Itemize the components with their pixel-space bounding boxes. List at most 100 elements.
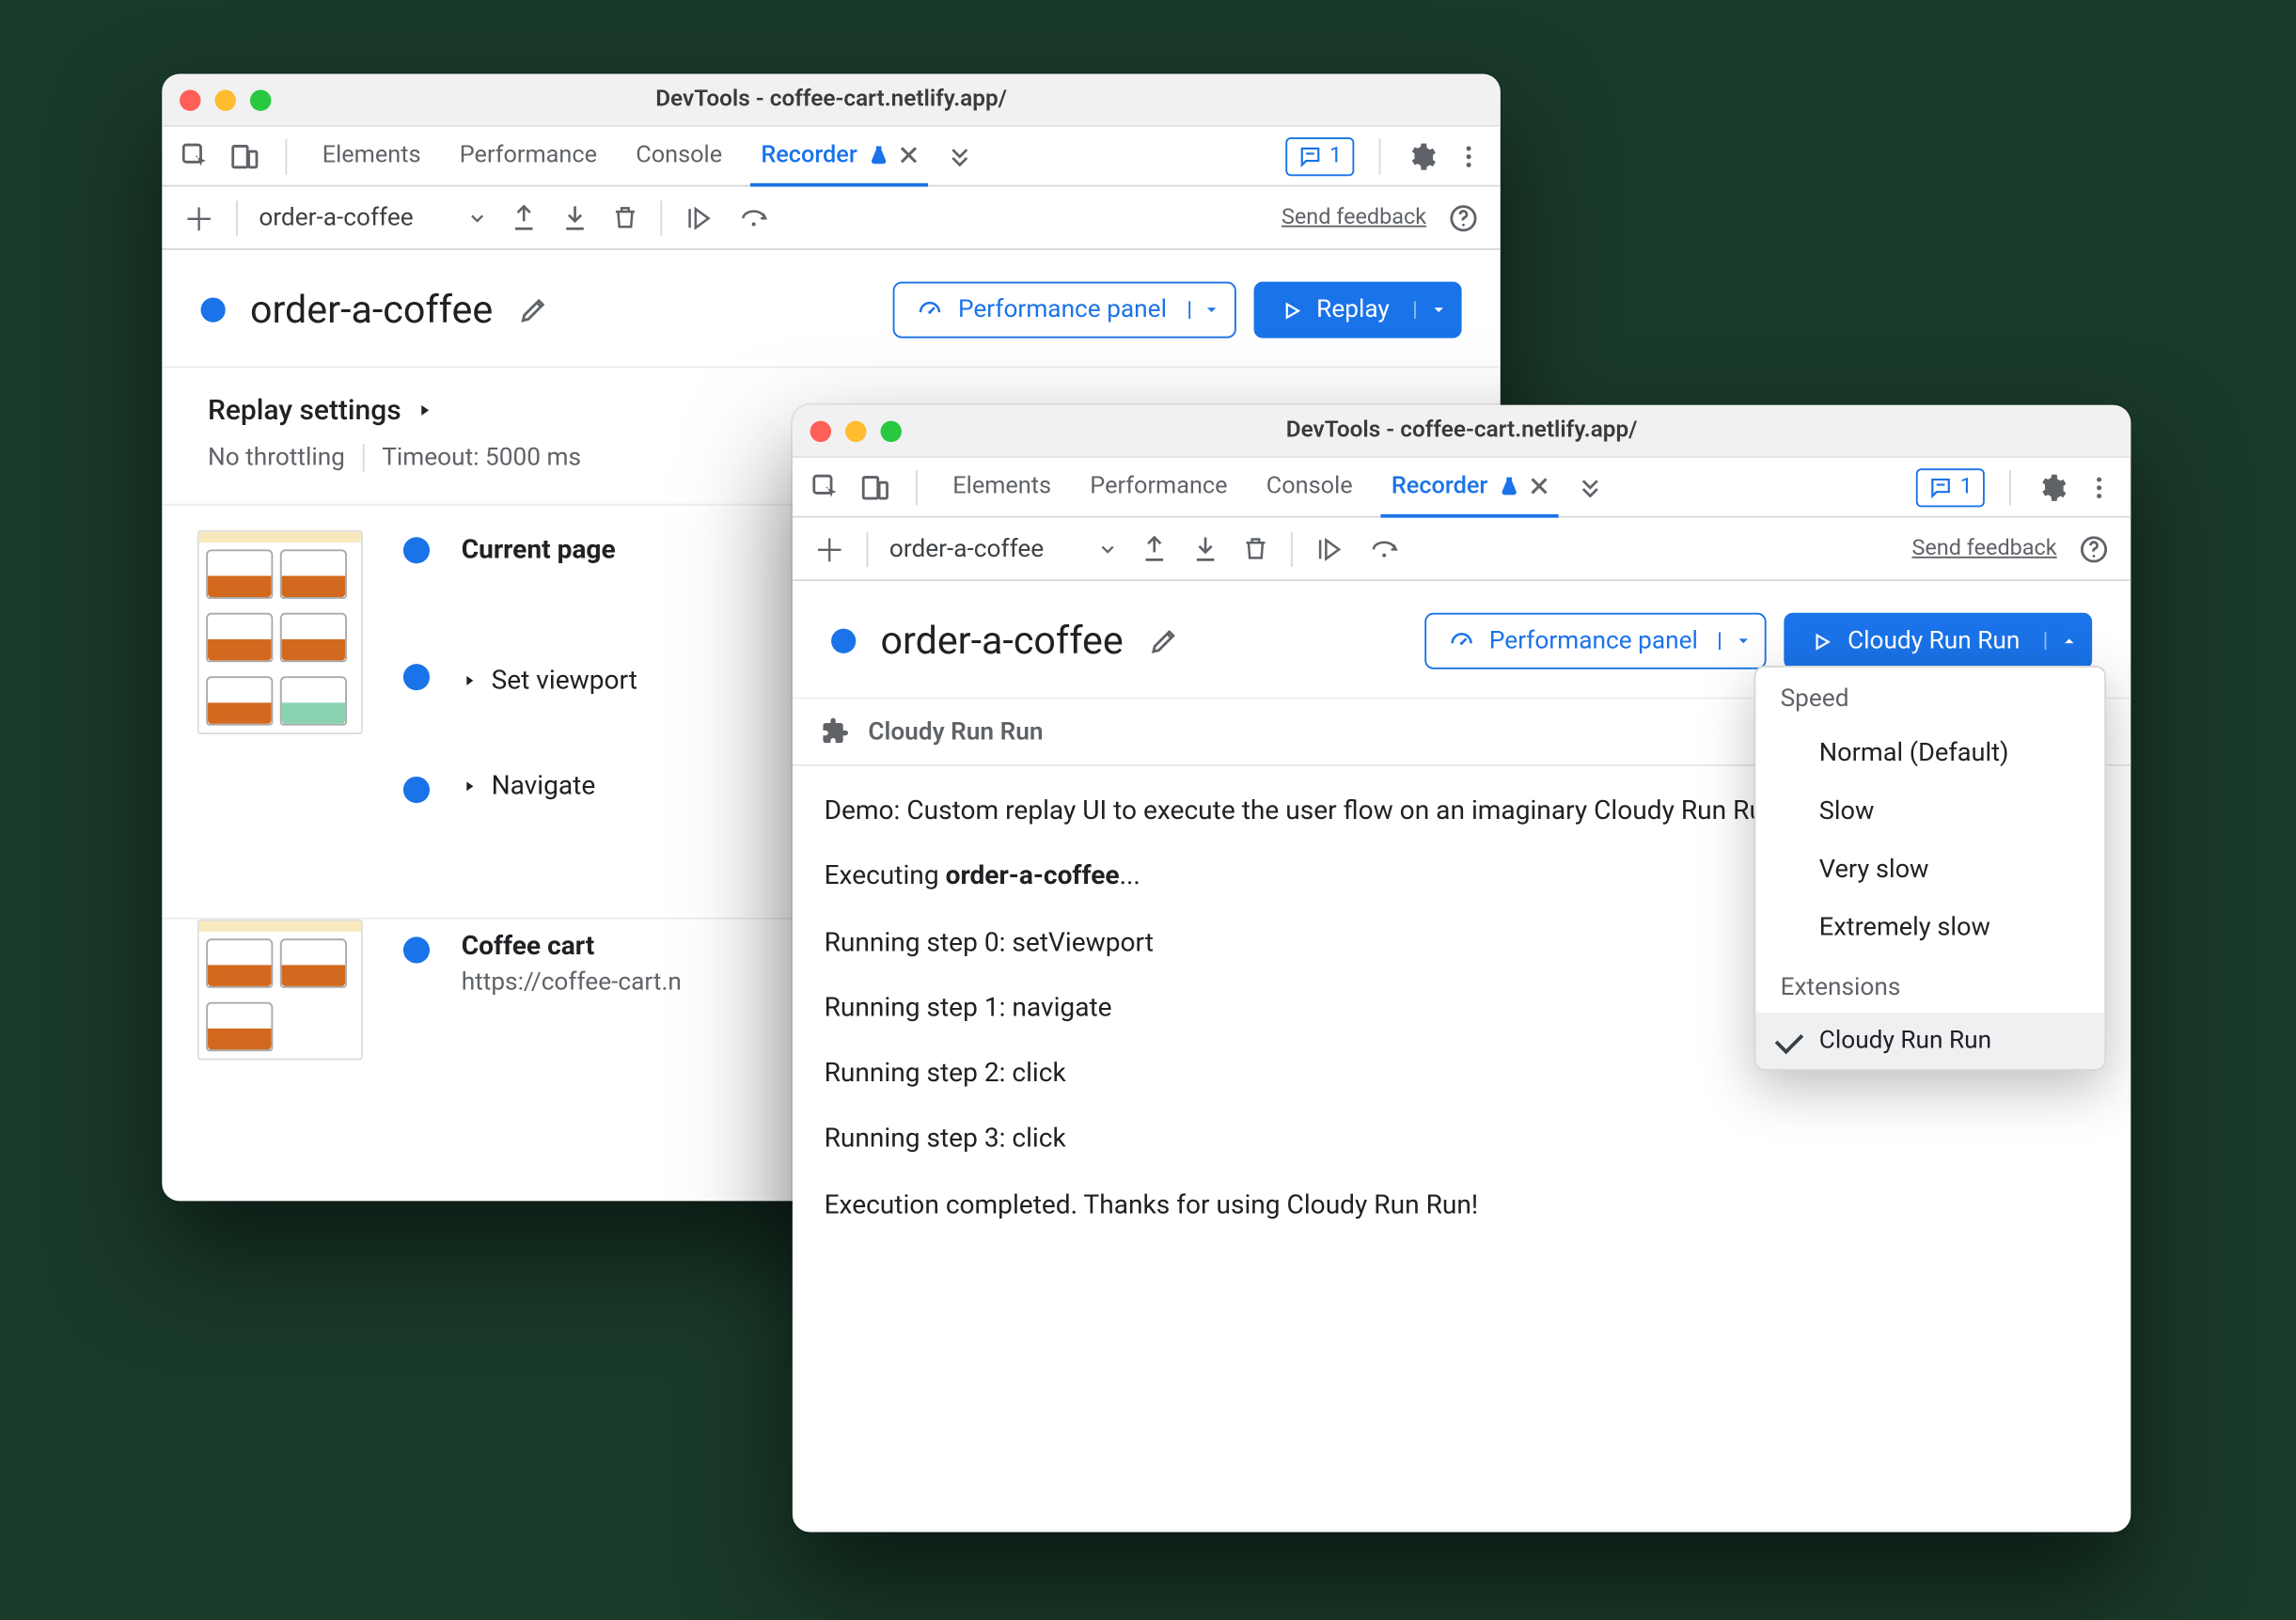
recording-name: order-a-coffee [881, 619, 1124, 663]
inspect-icon[interactable] [810, 471, 842, 503]
issues-button[interactable]: 1 [1916, 467, 1985, 506]
help-icon[interactable] [1448, 201, 1480, 233]
more-menu-icon[interactable] [1455, 142, 1483, 170]
chevron-down-icon [466, 207, 487, 228]
tab-recorder[interactable]: Recorder [1381, 457, 1559, 517]
timeline-step-label: Set viewport [492, 664, 637, 696]
replay-extension-button[interactable]: Cloudy Run Run [1785, 613, 2092, 669]
window-title: DevTools - coffee-cart.netlify.app/ [793, 417, 2131, 444]
replay-dropdown[interactable] [1414, 301, 1460, 319]
close-tab-icon[interactable] [1530, 477, 1548, 495]
tab-console-label: Console [636, 140, 722, 168]
flask-icon [868, 142, 889, 166]
import-icon[interactable] [1190, 534, 1220, 564]
zoom-window-button[interactable] [250, 89, 271, 110]
delete-icon[interactable] [610, 202, 638, 232]
tab-elements[interactable]: Elements [942, 457, 1062, 517]
recording-status-dot [831, 629, 856, 653]
performance-panel-dropdown[interactable] [1187, 301, 1234, 319]
comment-icon [1928, 475, 1953, 499]
dropdown-item-very-slow[interactable]: Very slow [1755, 840, 2104, 898]
new-recording-button[interactable]: ＋ [183, 195, 215, 241]
help-icon[interactable] [2078, 533, 2110, 565]
device-toggle-icon[interactable] [859, 471, 891, 503]
dropdown-item-cloudy-run-run[interactable]: Cloudy Run Run [1755, 1013, 2104, 1069]
performance-panel-dropdown[interactable] [1719, 632, 1765, 650]
comment-icon [1297, 144, 1322, 168]
minimize-window-button[interactable] [845, 420, 866, 441]
recording-select[interactable]: order-a-coffee [889, 534, 1118, 562]
devtools-tabbar: Elements Performance Console Recorder 1 [162, 127, 1500, 187]
step-over-icon[interactable] [735, 203, 770, 231]
more-tabs-icon[interactable] [945, 142, 973, 170]
step-play-icon[interactable] [1313, 534, 1345, 562]
play-icon [1811, 630, 1833, 653]
recording-select[interactable]: order-a-coffee [259, 203, 487, 231]
chevron-down-icon [1096, 538, 1117, 558]
replay-settings-title: Replay settings [208, 393, 401, 427]
dropdown-item-extremely-slow[interactable]: Extremely slow [1755, 898, 2104, 956]
dropdown-item-slow[interactable]: Slow [1755, 782, 2104, 841]
mac-titlebar: DevTools - coffee-cart.netlify.app/ [162, 74, 1500, 127]
recording-status-dot [201, 298, 226, 322]
tab-recorder-label: Recorder [761, 140, 857, 168]
close-window-button[interactable] [180, 89, 200, 110]
recording-name: order-a-coffee [250, 288, 493, 332]
replay-extension-label: Cloudy Run Run [1848, 627, 2020, 655]
devtools-window-front: DevTools - coffee-cart.netlify.app/ Elem… [793, 405, 2131, 1533]
minimize-window-button[interactable] [215, 89, 236, 110]
tab-console[interactable]: Console [1256, 457, 1363, 517]
tab-console[interactable]: Console [625, 126, 732, 186]
tab-performance-label: Performance [460, 140, 597, 168]
issues-button[interactable]: 1 [1285, 136, 1354, 175]
recorder-toolbar: ＋ order-a-coffee Send feedback [793, 518, 2131, 581]
tab-elements-label: Elements [322, 140, 421, 168]
performance-panel-label: Performance panel [958, 296, 1167, 324]
play-icon [1280, 298, 1302, 321]
gauge-icon [916, 296, 944, 324]
performance-panel-button[interactable]: Performance panel [893, 282, 1235, 338]
tab-recorder[interactable]: Recorder [750, 126, 928, 186]
tab-performance[interactable]: Performance [449, 126, 608, 186]
tab-performance[interactable]: Performance [1079, 457, 1238, 517]
mac-titlebar: DevTools - coffee-cart.netlify.app/ [793, 405, 2131, 458]
gauge-icon [1447, 627, 1475, 655]
more-menu-icon[interactable] [2085, 473, 2114, 501]
replay-button[interactable]: Replay [1253, 282, 1462, 338]
step-play-icon[interactable] [683, 203, 715, 231]
window-title: DevTools - coffee-cart.netlify.app/ [162, 87, 1500, 113]
close-window-button[interactable] [810, 420, 831, 441]
send-feedback-link[interactable]: Send feedback [1911, 535, 2056, 561]
settings-icon[interactable] [1406, 140, 1438, 172]
dropdown-item-normal[interactable]: Normal (Default) [1755, 724, 2104, 782]
replay-dropdown-open[interactable] [2045, 632, 2091, 650]
performance-panel-button[interactable]: Performance panel [1424, 613, 1767, 669]
edit-name-icon[interactable] [517, 294, 549, 326]
edit-name-icon[interactable] [1148, 625, 1180, 657]
devtools-tabbar: Elements Performance Console Recorder 1 [793, 458, 2131, 518]
timeline-thumbnail [197, 530, 363, 734]
traffic-lights [810, 420, 902, 441]
inspect-icon[interactable] [180, 140, 212, 172]
zoom-window-button[interactable] [881, 420, 902, 441]
delete-icon[interactable] [1241, 534, 1269, 564]
export-icon[interactable] [509, 202, 539, 232]
tab-elements[interactable]: Elements [312, 126, 432, 186]
recording-header: order-a-coffee Performance panel Replay [162, 250, 1500, 368]
more-tabs-icon[interactable] [1576, 473, 1604, 501]
new-recording-button[interactable]: ＋ [813, 526, 845, 572]
settings-icon[interactable] [2036, 471, 2068, 503]
custom-panel-title: Cloudy Run Run [868, 717, 1043, 746]
issues-count: 1 [1329, 143, 1342, 169]
replay-speed-dropdown: Speed Normal (Default) Slow Very slow Ex… [1754, 666, 2107, 1071]
timeline-step-label: Navigate [492, 770, 596, 802]
close-tab-icon[interactable] [900, 146, 918, 164]
send-feedback-link[interactable]: Send feedback [1282, 204, 1426, 230]
caret-right-icon [462, 670, 478, 690]
import-icon[interactable] [559, 202, 590, 232]
export-icon[interactable] [1139, 534, 1169, 564]
device-toggle-icon[interactable] [228, 140, 260, 172]
flask-icon [1499, 473, 1519, 497]
step-over-icon[interactable] [1366, 534, 1401, 562]
throttling-value: No throttling [208, 444, 345, 472]
